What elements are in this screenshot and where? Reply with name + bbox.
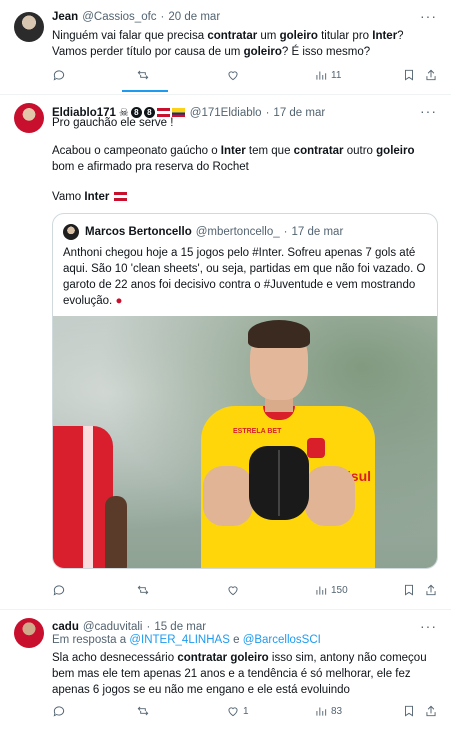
tweet[interactable]: Jean @Cassios_ofc · 20 de mar ··· Ningué… [0, 0, 451, 95]
photo-player-left [53, 426, 127, 568]
share-icon[interactable] [424, 68, 438, 82]
share-icon[interactable] [424, 704, 438, 718]
tweet-actions: 150 [52, 583, 439, 599]
retweet-icon[interactable] [136, 704, 150, 718]
tweet-actions: 11 [52, 68, 439, 84]
quoted-tweet[interactable]: Marcos Bertoncello @mbertoncello_ · 17 d… [52, 213, 438, 569]
quoted-author-handle: @mbertoncello_ [195, 226, 280, 238]
retweet-icon[interactable] [136, 583, 150, 597]
tweet-date[interactable]: 20 de mar [168, 11, 220, 23]
tweet-text: Sla acho desnecessário contratar goleiro… [52, 652, 427, 696]
views-count: 150 [331, 584, 348, 596]
quoted-tweet-text: Anthoni chegou hoje a 15 jogos pelo #Int… [63, 245, 427, 309]
bookmark-icon[interactable] [402, 68, 416, 82]
quoted-tweet-header: Marcos Bertoncello @mbertoncello_ · 17 d… [63, 224, 343, 240]
tweet[interactable]: Eldiablo171 ☠ 8 8 @171Eldiablo · 17 de m… [0, 95, 451, 610]
like-count: 1 [243, 705, 249, 717]
tweet-text-line3: Vamo Inter [52, 189, 433, 205]
more-icon[interactable]: ··· [420, 8, 437, 24]
reply-mention-2[interactable]: @BarcellosSCI [243, 634, 321, 646]
reply-icon[interactable] [52, 583, 66, 597]
reply-icon[interactable] [52, 704, 66, 718]
quoted-tweet-photo[interactable]: ESTRELA BET Banrisul [53, 316, 437, 568]
author-name[interactable]: Jean [52, 11, 78, 23]
like-icon[interactable] [226, 583, 240, 597]
reply-mention-1[interactable]: @INTER_4LINHAS [129, 634, 230, 646]
bookmark-icon[interactable] [402, 704, 416, 718]
tweet-text-line1: Pro gauchão ele serve ! [52, 117, 174, 129]
dot-separator: · [160, 11, 165, 23]
shirt-badge [307, 438, 325, 458]
tweet-actions: 1 83 [52, 704, 439, 720]
author-handle[interactable]: @Cassios_ofc [82, 11, 156, 23]
avatar[interactable] [14, 103, 44, 133]
views-count: 83 [331, 705, 343, 717]
boxing-glove-icon: ● [115, 295, 123, 307]
bookmark-icon[interactable] [402, 583, 416, 597]
reply-icon[interactable] [52, 68, 66, 82]
reply-context: Em resposta a @INTER_4LINHAS e @Barcello… [52, 632, 433, 648]
tweet-header: Jean @Cassios_ofc · 20 de mar [52, 11, 220, 23]
quoted-tweet-date: 17 de mar [291, 226, 344, 238]
austria-flag-icon [113, 192, 127, 201]
active-indicator [122, 90, 168, 92]
like-icon[interactable]: 1 [226, 704, 249, 718]
quoted-avatar [63, 224, 79, 240]
tweet-text: Ninguém vai falar que precisa contratar … [52, 30, 404, 58]
like-icon[interactable] [226, 68, 240, 82]
views-icon[interactable]: 150 [314, 583, 348, 597]
avatar[interactable] [14, 618, 44, 648]
tweet[interactable]: cadu @caduvitali · 15 de mar ··· Em resp… [0, 610, 451, 732]
tweet-text-line3-content: Vamo Inter [52, 191, 110, 203]
quoted-author-name: Marcos Bertoncello [85, 226, 192, 238]
shirt-sponsor-text: ESTRELA BET [233, 428, 282, 435]
share-icon[interactable] [424, 583, 438, 597]
retweet-icon[interactable] [136, 68, 150, 82]
avatar[interactable] [14, 12, 44, 42]
tweet-text-line2: Acabou o campeonato gaúcho o Inter tem q… [52, 145, 415, 173]
views-icon[interactable]: 83 [314, 704, 342, 718]
reply-prefix: Em resposta a [52, 634, 127, 646]
dot-separator: · [283, 226, 288, 238]
views-icon[interactable]: 11 [314, 68, 341, 82]
reply-and: e [233, 634, 240, 646]
views-count: 11 [331, 69, 342, 81]
